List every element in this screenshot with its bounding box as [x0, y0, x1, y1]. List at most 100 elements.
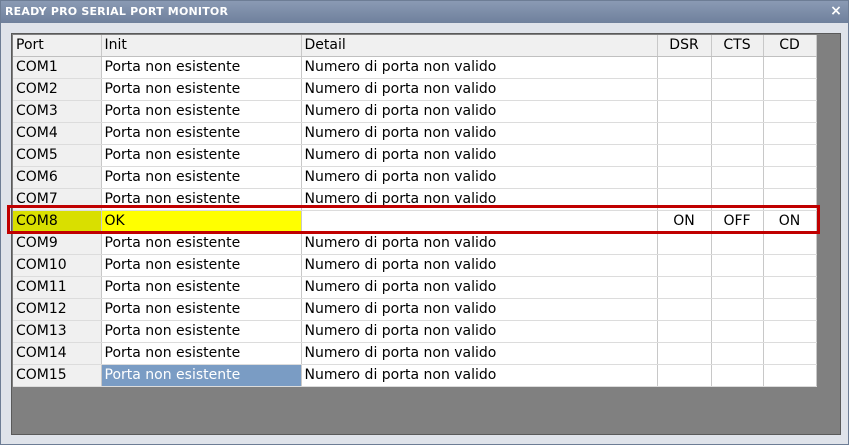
- cell-cd[interactable]: [763, 144, 817, 167]
- title-bar[interactable]: READY PRO SERIAL PORT MONITOR ×: [1, 1, 848, 23]
- cell-cts[interactable]: [711, 342, 764, 365]
- cell-cd[interactable]: [763, 232, 817, 255]
- cell-port[interactable]: COM7: [13, 188, 102, 211]
- cell-dsr[interactable]: [657, 298, 712, 321]
- table-row[interactable]: COM2 Porta non esistente Numero di porta n…: [13, 78, 817, 101]
- cell-cd[interactable]: [763, 364, 817, 387]
- cell-port[interactable]: COM14: [13, 342, 102, 365]
- cell-port[interactable]: COM12: [13, 298, 102, 321]
- cell-cd[interactable]: [763, 78, 817, 101]
- cell-init[interactable]: Porta non esistente: [101, 320, 302, 343]
- cell-detail[interactable]: Numero di porta non valido: [301, 144, 658, 167]
- cell-detail[interactable]: Numero di porta non valido: [301, 276, 658, 299]
- cell-cts[interactable]: [711, 188, 764, 211]
- cell-cd[interactable]: [763, 122, 817, 145]
- cell-detail[interactable]: Numero di porta non valido: [301, 298, 658, 321]
- cell-init[interactable]: Porta non esistente: [101, 122, 302, 145]
- table-row[interactable]: COM4 Porta non esistente Numero di porta n…: [13, 122, 817, 145]
- cell-port[interactable]: COM4: [13, 122, 102, 145]
- cell-dsr[interactable]: [657, 122, 712, 145]
- cell-init[interactable]: Porta non esistente: [101, 56, 302, 79]
- cell-init[interactable]: Porta non esistente: [101, 276, 302, 299]
- cell-init[interactable]: Porta non esistente: [101, 298, 302, 321]
- cell-dsr[interactable]: [657, 78, 712, 101]
- cell-cts[interactable]: OFF: [711, 210, 764, 233]
- table-row[interactable]: COM5 Porta non esistente Numero di porta n…: [13, 144, 817, 167]
- cell-init[interactable]: Porta non esistente: [101, 342, 302, 365]
- cell-port[interactable]: COM6: [13, 166, 102, 189]
- cell-init[interactable]: Porta non esistente: [101, 100, 302, 123]
- cell-cts[interactable]: [711, 232, 764, 255]
- cell-cts[interactable]: [711, 144, 764, 167]
- cell-detail[interactable]: Numero di porta non valido: [301, 166, 658, 189]
- cell-port[interactable]: COM3: [13, 100, 102, 123]
- cell-dsr[interactable]: [657, 100, 712, 123]
- table-row[interactable]: COM13 Porta non esistente Numero di porta …: [13, 320, 817, 343]
- cell-port[interactable]: COM15: [13, 364, 102, 387]
- cell-cts[interactable]: [711, 364, 764, 387]
- cell-detail[interactable]: Numero di porta non valido: [301, 364, 658, 387]
- table-row[interactable]: COM15 Porta non esistente Numero di porta …: [13, 364, 817, 387]
- cell-cts[interactable]: [711, 166, 764, 189]
- cell-dsr[interactable]: [657, 276, 712, 299]
- cell-port[interactable]: COM9: [13, 232, 102, 255]
- cell-cd[interactable]: [763, 320, 817, 343]
- cell-port[interactable]: COM5: [13, 144, 102, 167]
- table-row[interactable]: COM10 Porta non esistente Numero di porta …: [13, 254, 817, 277]
- cell-dsr[interactable]: [657, 254, 712, 277]
- cell-cts[interactable]: [711, 320, 764, 343]
- table-row[interactable]: COM6 Porta non esistente Numero di porta n…: [13, 166, 817, 189]
- cell-detail[interactable]: Numero di porta non valido: [301, 78, 658, 101]
- cell-init[interactable]: Porta non esistente: [101, 364, 302, 387]
- cell-detail[interactable]: Numero di porta non valido: [301, 254, 658, 277]
- cell-cd[interactable]: [763, 56, 817, 79]
- cell-cd[interactable]: [763, 188, 817, 211]
- cell-cd[interactable]: [763, 100, 817, 123]
- table-row[interactable]: COM14 Porta non esistente Numero di porta …: [13, 342, 817, 365]
- cell-cd[interactable]: [763, 298, 817, 321]
- cell-init[interactable]: Porta non esistente: [101, 232, 302, 255]
- column-header-cts[interactable]: CTS: [711, 35, 764, 57]
- cell-detail[interactable]: [301, 210, 658, 233]
- column-header-detail[interactable]: Detail: [301, 35, 658, 57]
- cell-init[interactable]: Porta non esistente: [101, 254, 302, 277]
- cell-cts[interactable]: [711, 100, 764, 123]
- table-row[interactable]: COM7 Porta non esistente Numero di porta n…: [13, 188, 817, 211]
- cell-port[interactable]: COM10: [13, 254, 102, 277]
- cell-port[interactable]: COM1: [13, 56, 102, 79]
- cell-cts[interactable]: [711, 254, 764, 277]
- cell-init[interactable]: Porta non esistente: [101, 188, 302, 211]
- cell-dsr[interactable]: [657, 320, 712, 343]
- table-row[interactable]: COM9 Porta non esistente Numero di porta n…: [13, 232, 817, 255]
- cell-detail[interactable]: Numero di porta non valido: [301, 56, 658, 79]
- cell-dsr[interactable]: [657, 232, 712, 255]
- cell-dsr[interactable]: [657, 364, 712, 387]
- cell-cd[interactable]: [763, 276, 817, 299]
- cell-dsr[interactable]: ON: [657, 210, 712, 233]
- cell-dsr[interactable]: [657, 144, 712, 167]
- cell-port[interactable]: COM11: [13, 276, 102, 299]
- cell-detail[interactable]: Numero di porta non valido: [301, 188, 658, 211]
- cell-dsr[interactable]: [657, 166, 712, 189]
- cell-detail[interactable]: Numero di porta non valido: [301, 122, 658, 145]
- column-header-init[interactable]: Init: [101, 35, 302, 57]
- cell-cd[interactable]: [763, 166, 817, 189]
- column-header-port[interactable]: Port: [13, 35, 102, 57]
- cell-dsr[interactable]: [657, 188, 712, 211]
- cell-cd[interactable]: [763, 254, 817, 277]
- column-header-dsr[interactable]: DSR: [657, 35, 712, 57]
- cell-detail[interactable]: Numero di porta non valido: [301, 100, 658, 123]
- table-row[interactable]: COM1 Porta non esistente Numero di porta n…: [13, 56, 817, 79]
- cell-dsr[interactable]: [657, 342, 712, 365]
- cell-init[interactable]: Porta non esistente: [101, 166, 302, 189]
- cell-init[interactable]: Porta non esistente: [101, 78, 302, 101]
- cell-cd[interactable]: [763, 342, 817, 365]
- close-button[interactable]: ×: [828, 3, 844, 19]
- cell-port[interactable]: COM13: [13, 320, 102, 343]
- cell-detail[interactable]: Numero di porta non valido: [301, 320, 658, 343]
- column-header-cd[interactable]: CD: [763, 35, 817, 57]
- cell-detail[interactable]: Numero di porta non valido: [301, 342, 658, 365]
- table-row[interactable]: COM11 Porta non esistente Numero di porta …: [13, 276, 817, 299]
- table-row[interactable]: COM3 Porta non esistente Numero di porta n…: [13, 100, 817, 123]
- cell-cts[interactable]: [711, 298, 764, 321]
